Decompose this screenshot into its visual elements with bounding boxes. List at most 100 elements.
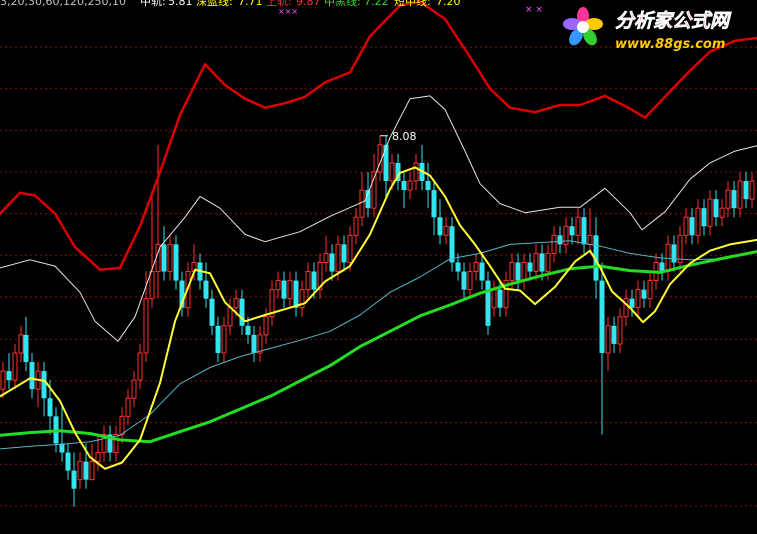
- candle-body-up: [119, 415, 125, 435]
- candle-body-up: [623, 298, 629, 318]
- candle-body-down: [701, 208, 707, 227]
- candle-body-up: [335, 243, 341, 273]
- candle-body-down: [47, 398, 53, 417]
- candle-body-up: [95, 452, 101, 463]
- candle-body-up: [647, 280, 653, 300]
- candle-body-up: [521, 261, 527, 282]
- candle-body-up: [695, 207, 701, 236]
- candle-body-down: [245, 325, 251, 335]
- candle-body-up: [18, 334, 24, 354]
- candle-body-down: [23, 334, 29, 363]
- candle-body-down: [83, 461, 89, 480]
- candle-body-down: [743, 181, 749, 200]
- candle-body-up: [413, 162, 419, 182]
- chart-background: [0, 0, 757, 534]
- candle-body-up: [443, 225, 449, 236]
- candle-body-up: [389, 162, 395, 182]
- candle-body-down: [431, 190, 437, 218]
- candle-body-up: [305, 271, 311, 291]
- logo-marks: × ×: [525, 5, 543, 15]
- candle-body-down: [281, 280, 287, 299]
- header-item-label: 中轨:: [140, 0, 166, 8]
- candle-body-up: [263, 316, 269, 336]
- candle-body-up: [149, 271, 155, 300]
- candle-body-up: [275, 280, 281, 291]
- candle-body-up: [12, 352, 18, 381]
- candle-body-up: [353, 216, 359, 236]
- candle-body-down: [6, 371, 12, 381]
- peak-annotation: 8.08: [392, 130, 417, 143]
- header-item-label: 短中线:: [394, 0, 431, 8]
- header-marks: ×××: [278, 7, 298, 16]
- candle-body-down: [71, 470, 77, 489]
- logo-name: 分析家公式网: [615, 10, 732, 32]
- candle-body-up: [509, 261, 515, 282]
- candle-body-up: [635, 289, 641, 309]
- candle-body-down: [41, 371, 47, 399]
- candle-body-up: [137, 352, 143, 381]
- candle-body-up: [575, 216, 581, 236]
- candle-body-up: [347, 234, 353, 263]
- candle-body-down: [239, 298, 245, 326]
- candle-body-down: [461, 271, 467, 290]
- candle-body-up: [749, 180, 755, 200]
- candle-body-down: [581, 217, 587, 245]
- candle-body-down: [629, 298, 635, 308]
- header-item-value: 9.87: [296, 0, 321, 8]
- flower-center: [577, 21, 589, 33]
- candle-body-down: [383, 144, 389, 182]
- candle-body-down: [539, 253, 545, 272]
- candle-body-down: [161, 244, 167, 272]
- candle-body-down: [173, 244, 179, 281]
- candle-body-up: [491, 289, 497, 309]
- candle-body-down: [329, 253, 335, 272]
- candle-body-up: [287, 280, 293, 300]
- candle-body-down: [557, 235, 563, 245]
- candle-body-down: [455, 262, 461, 272]
- candle-body-down: [425, 181, 431, 191]
- candle-body-down: [569, 226, 575, 236]
- candle-body-up: [89, 461, 95, 481]
- candle-body-down: [479, 262, 485, 281]
- candle-body-up: [737, 180, 743, 209]
- candle-body-down: [527, 262, 533, 272]
- candlestick-chart: 8.08 3,20,30,60,120,250,10 中轨: 5.81 深蓝线:…: [0, 0, 757, 534]
- candle-body-down: [65, 452, 71, 471]
- candle-body-up: [587, 234, 593, 245]
- candle-body-down: [311, 271, 317, 290]
- candle-body-up: [125, 397, 131, 417]
- candle-body-up: [323, 252, 329, 263]
- candle-body-down: [611, 325, 617, 344]
- header-params: 3,20,30,60,120,250,10: [0, 0, 126, 8]
- candle-body-up: [257, 334, 263, 354]
- candle-body-up: [563, 225, 569, 245]
- candle-body-up: [605, 325, 611, 354]
- header-item-label: 深蓝线:: [196, 0, 233, 8]
- candle-body-up: [131, 379, 137, 399]
- candle-body-down: [515, 262, 521, 281]
- candle-body-down: [599, 280, 605, 353]
- candle-body-down: [671, 244, 677, 263]
- candle-body-down: [437, 217, 443, 236]
- candle-body-down: [341, 244, 347, 263]
- candle-body-up: [617, 316, 623, 345]
- candle-body-up: [467, 271, 473, 291]
- candle-body-up: [359, 189, 365, 218]
- header-item-value: 5.81: [168, 0, 193, 8]
- candle-body-up: [227, 307, 233, 327]
- candle-body-down: [497, 289, 503, 308]
- candle-body-up: [473, 261, 479, 273]
- candle-body-down: [449, 226, 455, 263]
- candle-body-up: [719, 207, 725, 218]
- candle-body-up: [233, 298, 239, 309]
- candle-body-up: [707, 198, 713, 227]
- candle-body-up: [677, 234, 683, 263]
- candle-body-up: [143, 298, 149, 354]
- candle-body-up: [221, 325, 227, 354]
- candle-body-down: [401, 181, 407, 191]
- candle-body-down: [689, 217, 695, 236]
- candle-body-up: [0, 370, 6, 390]
- header-item-value: 7.22: [364, 0, 389, 8]
- header-item-value: 7.20: [436, 0, 461, 8]
- candle-body-down: [203, 280, 209, 299]
